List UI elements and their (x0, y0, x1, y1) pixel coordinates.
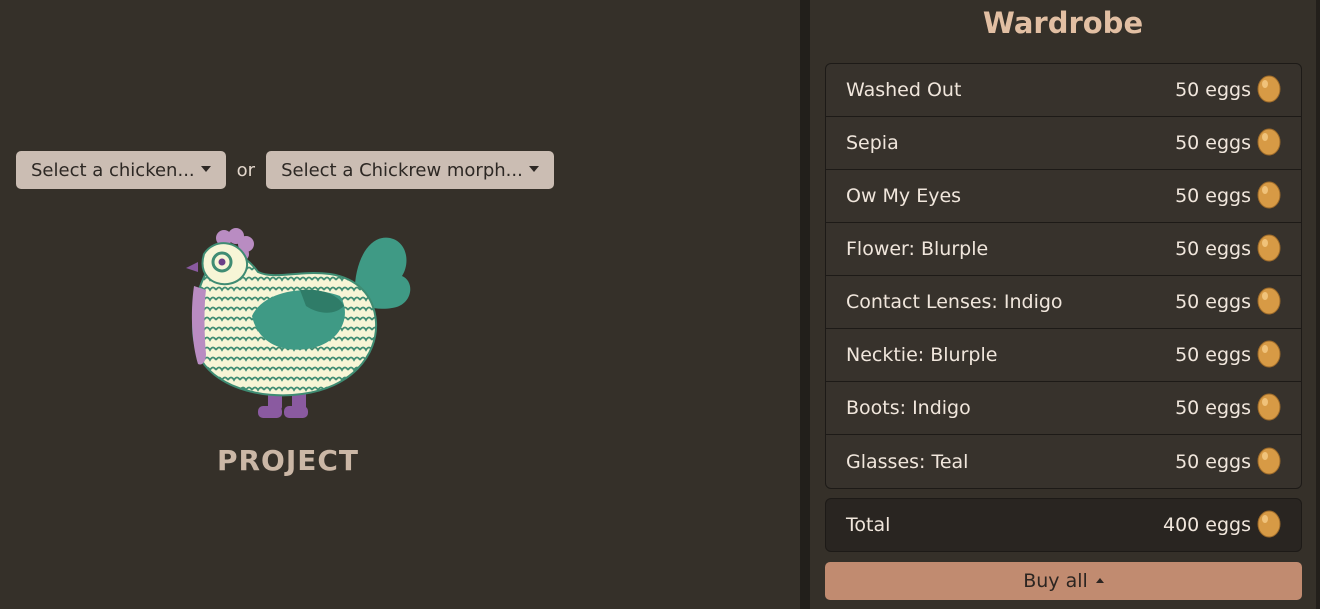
item-price: 50 eggs (1175, 393, 1281, 423)
caret-down-icon (200, 166, 211, 172)
or-label: or (236, 159, 256, 181)
total-label: Total (846, 514, 891, 536)
item-price-text: 50 eggs (1175, 397, 1251, 419)
chicken-select-dropdown[interactable]: Select a chicken... (16, 151, 226, 189)
item-price-text: 50 eggs (1175, 185, 1251, 207)
total-price: 400 eggs (1163, 510, 1281, 540)
item-price-text: 50 eggs (1175, 79, 1251, 101)
item-price: 50 eggs (1175, 181, 1281, 211)
item-price-text: 50 eggs (1175, 344, 1251, 366)
wardrobe-item[interactable]: Ow My Eyes 50 eggs (826, 170, 1301, 223)
wardrobe-item[interactable]: Glasses: Teal 50 eggs (826, 435, 1301, 488)
chicken-illustration (186, 228, 411, 418)
item-name: Boots: Indigo (846, 397, 971, 419)
egg-icon (1257, 287, 1281, 315)
selector-row: Select a chicken... or Select a Chickrew… (16, 151, 554, 189)
item-price-text: 50 eggs (1175, 291, 1251, 313)
project-name: PROJECT (216, 444, 360, 477)
egg-icon (1257, 447, 1281, 474)
total-row: Total 400 eggs (825, 498, 1302, 552)
morph-select-dropdown[interactable]: Select a Chickrew morph... (266, 151, 554, 189)
item-price-text: 50 eggs (1175, 238, 1251, 260)
egg-icon (1257, 340, 1281, 368)
item-price: 50 eggs (1175, 287, 1281, 317)
item-price: 50 eggs (1175, 234, 1281, 264)
wardrobe-item[interactable]: Contact Lenses: Indigo 50 eggs (826, 276, 1301, 329)
wardrobe-item[interactable]: Sepia 50 eggs (826, 117, 1301, 170)
wardrobe-item[interactable]: Necktie: Blurple 50 eggs (826, 329, 1301, 382)
panel-divider (800, 0, 810, 609)
wardrobe-item-list: Washed Out 50 eggs Sepia 50 eggs Ow My E… (825, 63, 1302, 489)
chicken-preview-area: Select a chicken... or Select a Chickrew… (0, 0, 800, 609)
total-value: 400 eggs (1162, 514, 1251, 536)
item-name: Contact Lenses: Indigo (846, 291, 1063, 313)
wardrobe-item[interactable]: Boots: Indigo 50 eggs (826, 382, 1301, 435)
item-price: 50 eggs (1175, 447, 1281, 477)
item-price: 50 eggs (1175, 340, 1281, 370)
wardrobe-title: Wardrobe (982, 6, 1144, 40)
caret-down-icon (528, 166, 539, 172)
morph-select-label: Select a Chickrew morph... (281, 159, 523, 181)
item-name: Washed Out (846, 79, 962, 101)
item-name: Glasses: Teal (846, 450, 969, 473)
egg-icon (1257, 393, 1281, 421)
item-price-text: 50 eggs (1175, 132, 1251, 154)
item-name: Sepia (846, 132, 899, 154)
app-root: Select a chicken... or Select a Chickrew… (0, 0, 1320, 609)
item-name: Flower: Blurple (846, 238, 989, 260)
item-name: Necktie: Blurple (846, 344, 998, 366)
item-price: 50 eggs (1175, 75, 1281, 105)
item-price: 50 eggs (1175, 128, 1281, 158)
egg-icon (1257, 181, 1281, 209)
buy-all-label: Buy all (1023, 570, 1088, 592)
buy-all-button[interactable]: Buy all (825, 562, 1302, 600)
wardrobe-item[interactable]: Washed Out 50 eggs (826, 64, 1301, 117)
wardrobe-item[interactable]: Flower: Blurple 50 eggs (826, 223, 1301, 276)
caret-up-icon (1095, 577, 1104, 583)
item-name: Ow My Eyes (846, 185, 962, 207)
egg-icon (1257, 234, 1281, 262)
item-price-text: 50 eggs (1175, 450, 1251, 473)
chicken-select-label: Select a chicken... (31, 159, 195, 181)
egg-icon (1257, 75, 1281, 103)
panel-scroll-edge (1316, 0, 1320, 609)
egg-icon (1257, 128, 1281, 156)
egg-icon (1257, 510, 1281, 538)
